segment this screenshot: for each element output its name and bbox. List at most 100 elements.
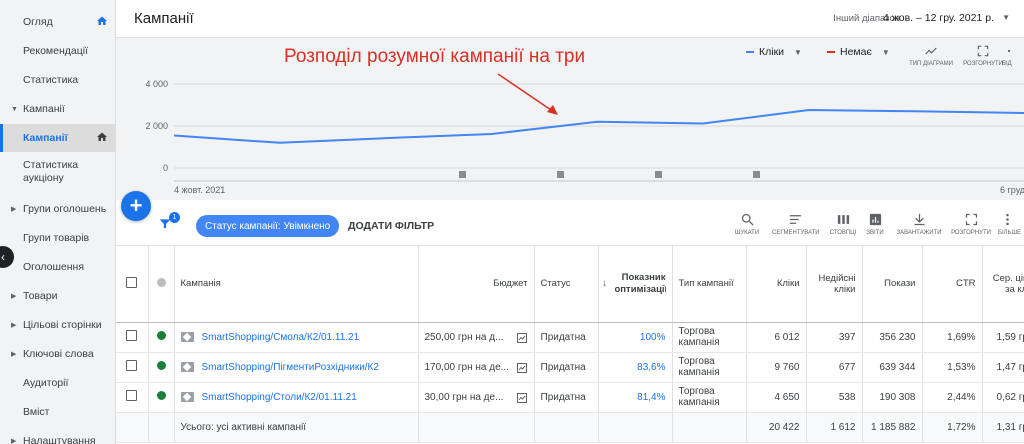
chart-more-button[interactable]: ВІД <box>1002 44 1024 67</box>
legend-label: Немає <box>840 46 872 58</box>
budget-value[interactable]: 170,00 грн на де... <box>425 362 509 373</box>
sidebar-item-ads[interactable]: Оголошення <box>0 253 116 281</box>
column-header-budget[interactable]: Бюджет <box>418 246 535 323</box>
clicks-value: 4 650 <box>746 382 807 413</box>
campaign-name-link[interactable]: SmartShopping/ПігментиРозхідники/К2 <box>202 362 379 373</box>
campaign-type-value: Торгова кампанія <box>672 352 747 383</box>
annotation-marker <box>557 171 564 178</box>
budget-chart-icon[interactable] <box>516 332 528 344</box>
status-dot-enabled[interactable] <box>156 331 166 340</box>
invalid-clicks-value: 677 <box>806 352 863 383</box>
sidebar-item-ad-groups[interactable]: ▶ Групи оголошень <box>0 195 116 223</box>
sidebar-item-label: Групи оголошень <box>23 203 107 215</box>
reports-button[interactable]: ЗВІТИ <box>852 212 898 236</box>
ctr-value: 2,44% <box>922 382 983 413</box>
table-total-row: Усього: усі активні кампанії 20 422 1 61… <box>116 412 1024 443</box>
chart-type-button[interactable]: ТИП ДІАГРАМИ <box>908 44 954 67</box>
sidebar-item-insights[interactable]: Статистика <box>0 66 116 94</box>
shopping-campaign-icon <box>180 331 194 342</box>
column-header-optimization-score[interactable]: ↓ Показник оптимізації <box>598 246 673 323</box>
legend-metric-clicks[interactable]: Кліки ▼ <box>746 46 802 58</box>
budget-chart-icon[interactable] <box>516 362 528 374</box>
legend-metric-none[interactable]: Немає ▼ <box>827 46 890 58</box>
total-invalid-clicks: 1 612 <box>806 412 863 443</box>
search-button[interactable]: ШУКАТИ <box>724 212 770 236</box>
table-row[interactable]: SmartShopping/Смола/К2/01.11.21 250,00 г… <box>116 322 1024 353</box>
budget-value[interactable]: 250,00 грн на д... <box>425 332 504 343</box>
caret-right-icon: ▶ <box>11 206 17 213</box>
campaigns-table: Кампанія Бюджет Статус ↓ Показник оптимі… <box>116 246 1024 444</box>
row-checkbox[interactable] <box>126 360 138 371</box>
status-dot-enabled[interactable] <box>156 391 166 400</box>
expand-table-button[interactable]: РОЗГОРНУТИ <box>948 212 994 236</box>
chart-type-icon <box>925 47 937 55</box>
sidebar-group-campaigns[interactable]: ▼ Кампанії <box>0 95 116 123</box>
add-campaign-button[interactable]: + <box>121 191 151 221</box>
download-icon <box>914 213 924 226</box>
column-header-clicks[interactable]: Кліки <box>746 246 807 323</box>
date-range-picker[interactable]: 4 жов. – 12 гру. 2021 р. <box>883 12 994 24</box>
column-header-ctr[interactable]: CTR <box>922 246 983 323</box>
table-row[interactable]: SmartShopping/Столи/К2/01.11.21 30,00 гр… <box>116 382 1024 413</box>
sidebar-item-recommendations[interactable]: Рекомендації <box>0 37 116 65</box>
legend-swatch <box>746 51 754 53</box>
budget-value[interactable]: 30,00 грн на де... <box>425 392 504 403</box>
optimization-score-value[interactable]: 100% <box>598 322 673 353</box>
budget-chart-icon[interactable] <box>516 392 528 404</box>
column-header-status[interactable]: Статус <box>534 246 599 323</box>
sidebar-item-content[interactable]: Вміст <box>0 398 116 426</box>
sidebar-item-label: Статистика <box>23 74 79 86</box>
campaign-name-link[interactable]: SmartShopping/Столи/К2/01.11.21 <box>202 392 357 403</box>
status-dot-enabled[interactable] <box>156 361 166 370</box>
sidebar-item-label: Рекомендації <box>23 45 89 57</box>
home-icon <box>97 16 107 25</box>
sidebar-item-campaigns[interactable]: Кампанії <box>0 124 116 152</box>
column-header-avg-cpc[interactable]: Сер. ціна за клік <box>982 246 1024 323</box>
caret-down-icon: ▼ <box>11 105 18 113</box>
row-checkbox[interactable] <box>126 330 138 341</box>
sidebar-item-label: Аудиторії <box>23 377 69 389</box>
sort-desc-icon: ↓ <box>602 278 608 289</box>
plus-icon: + <box>129 193 143 218</box>
sidebar-item-settings[interactable]: ▶ Налаштування <box>0 427 116 444</box>
chevron-down-icon[interactable]: ▼ <box>1002 13 1010 22</box>
sidebar-item-audiences[interactable]: Аудиторії <box>0 369 116 397</box>
shopping-campaign-icon <box>180 361 194 372</box>
optimization-score-value[interactable]: 83,6% <box>598 352 673 383</box>
expand-icon <box>977 45 989 57</box>
column-header-impressions[interactable]: Покази <box>862 246 923 323</box>
toolbar-tool-label: РОЗГОРНУТИ <box>951 230 991 236</box>
chart-annotation: Розподіл розумної кампанії на три <box>284 46 586 67</box>
chart-expand-button[interactable]: РОЗГОРНУТИ <box>960 44 1006 67</box>
row-checkbox[interactable] <box>126 390 138 401</box>
sidebar-item-keywords[interactable]: ▶ Ключові слова <box>0 340 116 368</box>
optimization-score-value[interactable]: 81,4% <box>598 382 673 413</box>
x-tick-label: 6 груд <box>1000 185 1024 195</box>
chart-tool-label: ВІД <box>1002 61 1012 67</box>
chart-tool-label: РОЗГОРНУТИ <box>963 61 1003 67</box>
header: Кампанії Інший діапазон 4 жов. – 12 гру.… <box>116 0 1024 38</box>
sidebar-item-label: Статистика аукціону <box>23 158 79 184</box>
filter-chip-campaign-status[interactable]: Статус кампанії: Увімкнено <box>196 215 340 237</box>
sidebar-item-landing-pages[interactable]: ▶ Цільові сторінки <box>0 311 116 339</box>
add-filter-button[interactable]: ДОДАТИ ФІЛЬТР <box>348 220 434 232</box>
sidebar-item-label: Налаштування <box>23 435 96 444</box>
segment-button[interactable]: СЕГМЕНТУВАТИ <box>772 212 820 236</box>
table-row[interactable]: SmartShopping/ПігментиРозхідники/К2 170,… <box>116 352 1024 383</box>
more-button[interactable]: БІЛЬШЕ <box>998 212 1024 236</box>
impressions-value: 639 344 <box>862 352 923 383</box>
column-header-campaign[interactable]: Кампанія <box>174 246 419 323</box>
sidebar-item-overview[interactable]: Огляд <box>0 8 116 36</box>
sidebar-item-products[interactable]: ▶ Товари <box>0 282 116 310</box>
campaign-name-link[interactable]: SmartShopping/Смола/К2/01.11.21 <box>202 332 360 343</box>
download-button[interactable]: ЗАВАНТАЖИТИ <box>896 212 942 236</box>
toolbar-tool-label: ШУКАТИ <box>734 230 760 236</box>
performance-chart-panel: 4 000 2 000 0 4 жовт. 2021 6 груд Розподіл р… <box>116 38 1024 200</box>
sidebar-item-auction-insights[interactable]: Статистика аукціону <box>0 155 116 189</box>
campaign-type-value: Торгова кампанія <box>672 382 747 413</box>
avg-cpc-value: 1,59 грн <box>982 322 1024 353</box>
column-header-invalid-clicks[interactable]: Недійсні кліки <box>806 246 863 323</box>
select-all-checkbox[interactable] <box>126 276 138 288</box>
column-header-campaign-type[interactable]: Тип кампанії <box>672 246 747 323</box>
sidebar-item-product-groups[interactable]: Групи товарів <box>0 224 116 252</box>
